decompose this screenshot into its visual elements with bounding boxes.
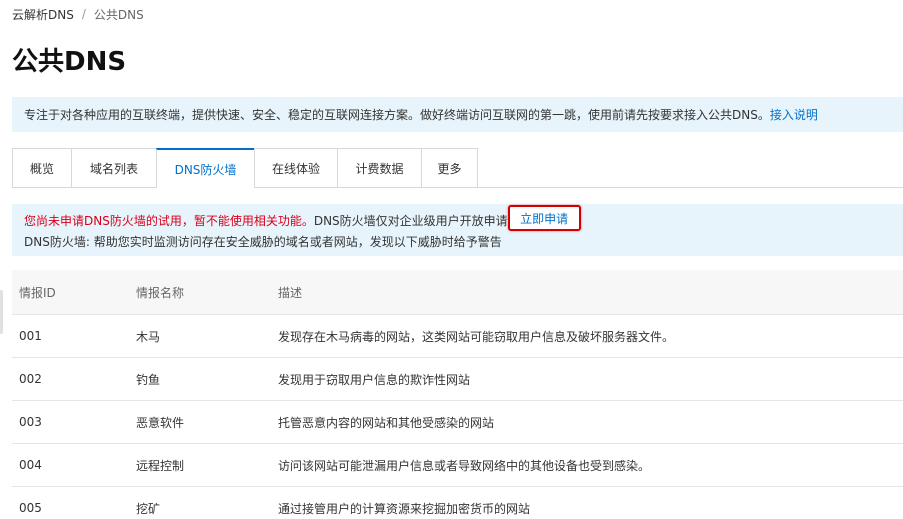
header-intel-name: 情报名称	[136, 285, 185, 300]
enterprise-info-text: DNS防火墙仅对企业级用户开放申请	[313, 213, 508, 228]
table-row: 005 挖矿 通过接管用户的计算资源来挖掘加密货币的网站	[12, 487, 903, 519]
tab-overview[interactable]: 概览	[12, 148, 72, 187]
cell-description: 发现存在木马病毒的网站，这类网站可能窃取用户信息及破坏服务器文件。	[278, 329, 675, 344]
breadcrumb-root-link[interactable]: 云解析DNS	[12, 6, 74, 23]
cell-id: 004	[19, 458, 42, 472]
cell-id: 003	[19, 415, 42, 429]
cell-name: 钓鱼	[136, 372, 161, 387]
firewall-notice: 您尚未申请DNS防火墙的试用，暂不能使用相关功能。 DNS防火墙仅对企业级用户开…	[12, 204, 903, 256]
cell-id: 002	[19, 372, 42, 386]
threat-table: 情报ID 情报名称 描述 001 木马 发现存在木马病毒的网站，这类网站可能窃取…	[12, 270, 903, 519]
cell-id: 005	[19, 501, 42, 515]
header-description: 描述	[278, 285, 303, 300]
cell-name: 远程控制	[136, 458, 185, 473]
tab-billing-data[interactable]: 计费数据	[337, 148, 422, 187]
trial-warning-text: 您尚未申请DNS防火墙的试用，暂不能使用相关功能。	[24, 213, 314, 228]
side-scroll-handle[interactable]	[0, 290, 3, 334]
apply-now-button[interactable]: 立即申请	[507, 205, 581, 231]
cell-name: 木马	[136, 329, 161, 344]
table-row: 002 钓鱼 发现用于窃取用户信息的欺诈性网站	[12, 358, 903, 401]
tab-dns-firewall[interactable]: DNS防火墙	[156, 148, 255, 188]
tab-online-trial[interactable]: 在线体验	[254, 148, 338, 187]
tab-bar: 概览 域名列表 DNS防火墙 在线体验 计费数据 更多	[12, 148, 478, 188]
intro-banner: 专注于对各种应用的互联终端，提供快速、安全、稳定的互联网连接方案。做好终端访问互…	[12, 97, 903, 132]
page-title: 公共DNS	[12, 47, 127, 77]
breadcrumb-separator: /	[81, 7, 86, 21]
access-guide-link[interactable]: 接入说明	[770, 106, 818, 123]
cell-name: 恶意软件	[136, 415, 185, 430]
table-row: 004 远程控制 访问该网站可能泄漏用户信息或者导致网络中的其他设备也受到感染。	[12, 444, 903, 487]
table-header: 情报ID 情报名称 描述	[12, 270, 903, 315]
cell-description: 发现用于窃取用户信息的欺诈性网站	[278, 372, 471, 387]
table-row: 003 恶意软件 托管恶意内容的网站和其他受感染的网站	[12, 401, 903, 444]
table-row: 001 木马 发现存在木马病毒的网站，这类网站可能窃取用户信息及破坏服务器文件。	[12, 315, 903, 358]
cell-name: 挖矿	[136, 501, 161, 516]
tab-more[interactable]: 更多	[421, 148, 478, 187]
cell-description: 访问该网站可能泄漏用户信息或者导致网络中的其他设备也受到感染。	[278, 458, 651, 473]
cell-description: 通过接管用户的计算资源来挖掘加密货币的网站	[278, 501, 531, 516]
intro-text: 专注于对各种应用的互联终端，提供快速、安全、稳定的互联网连接方案。做好终端访问互…	[24, 108, 770, 122]
cell-description: 托管恶意内容的网站和其他受感染的网站	[278, 415, 495, 430]
breadcrumb: 云解析DNS / 公共DNS	[12, 6, 144, 22]
breadcrumb-current: 公共DNS	[93, 7, 144, 22]
cell-id: 001	[19, 329, 42, 343]
header-intel-id: 情报ID	[19, 285, 56, 300]
tab-domain-list[interactable]: 域名列表	[71, 148, 157, 187]
firewall-description: DNS防火墙: 帮助您实时监测访问存在安全威胁的域名或者网站，发现以下威胁时给予…	[24, 234, 502, 249]
